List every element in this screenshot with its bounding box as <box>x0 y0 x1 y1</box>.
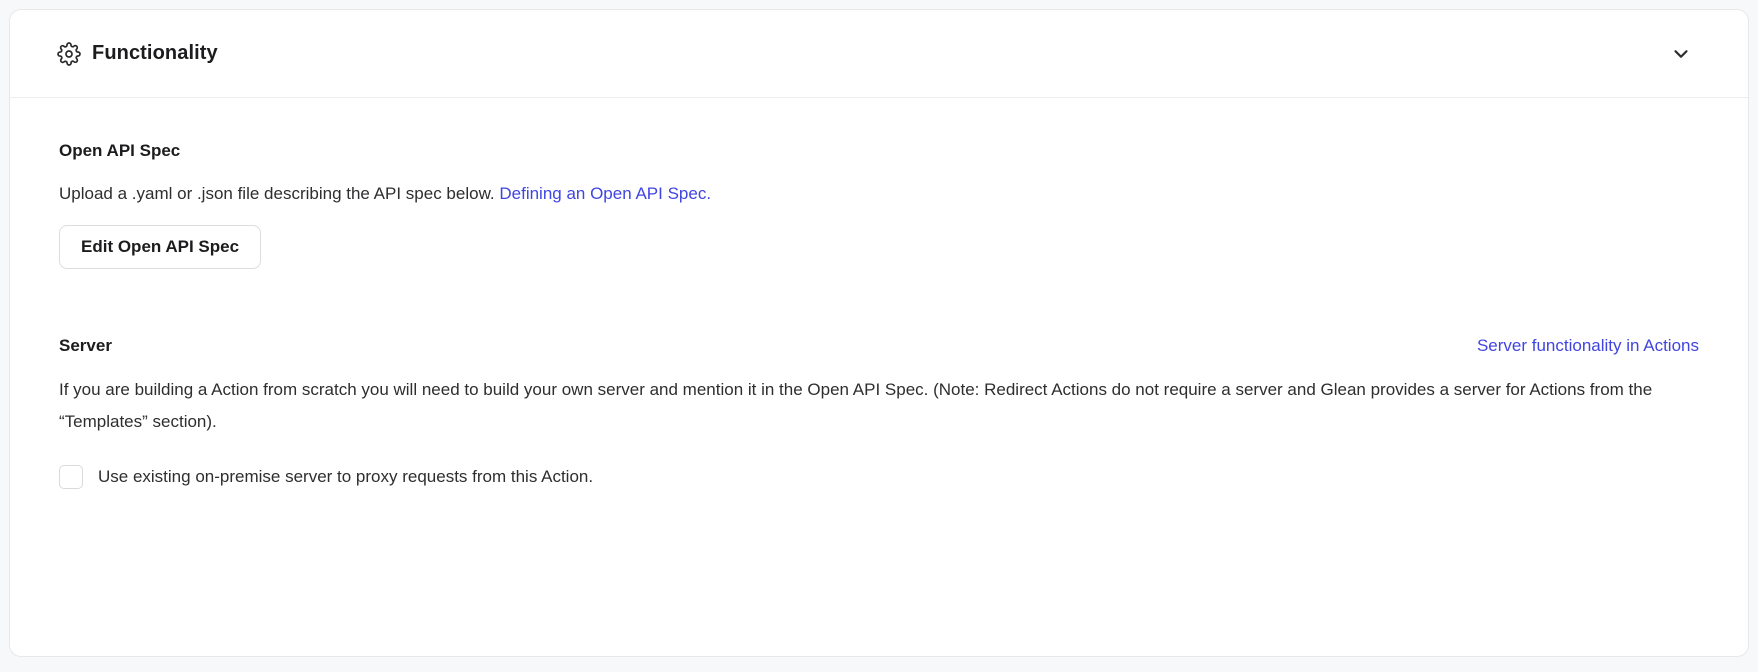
open-api-spec-section: Open API Spec Upload a .yaml or .json fi… <box>59 138 1699 269</box>
on-premise-server-checkbox-label: Use existing on-premise server to proxy … <box>98 464 593 490</box>
chevron-down-icon[interactable] <box>1670 43 1692 65</box>
open-api-spec-description-text: Upload a .yaml or .json file describing … <box>59 184 495 203</box>
edit-open-api-spec-button[interactable]: Edit Open API Spec <box>59 225 261 269</box>
gear-icon <box>57 42 81 66</box>
server-functionality-in-actions-link[interactable]: Server functionality in Actions <box>1477 333 1699 359</box>
functionality-section-header[interactable]: Functionality <box>10 10 1748 98</box>
open-api-spec-description: Upload a .yaml or .json file describing … <box>59 181 1699 207</box>
server-section: Server Server functionality in Actions I… <box>59 333 1699 490</box>
functionality-section-body: Open API Spec Upload a .yaml or .json fi… <box>10 98 1748 656</box>
server-label: Server <box>59 333 112 359</box>
on-premise-server-checkbox-row[interactable]: Use existing on-premise server to proxy … <box>59 464 1699 490</box>
server-description: If you are building a Action from scratc… <box>59 374 1699 438</box>
defining-open-api-spec-link[interactable]: Defining an Open API Spec. <box>499 184 711 203</box>
on-premise-server-checkbox[interactable] <box>59 465 83 489</box>
section-title: Functionality <box>92 42 218 65</box>
open-api-spec-label: Open API Spec <box>59 138 1699 164</box>
page-background: Functionality Open API Spec Upload a .ya… <box>0 0 1758 672</box>
server-label-row: Server Server functionality in Actions <box>59 333 1699 359</box>
functionality-card: Functionality Open API Spec Upload a .ya… <box>9 9 1749 657</box>
